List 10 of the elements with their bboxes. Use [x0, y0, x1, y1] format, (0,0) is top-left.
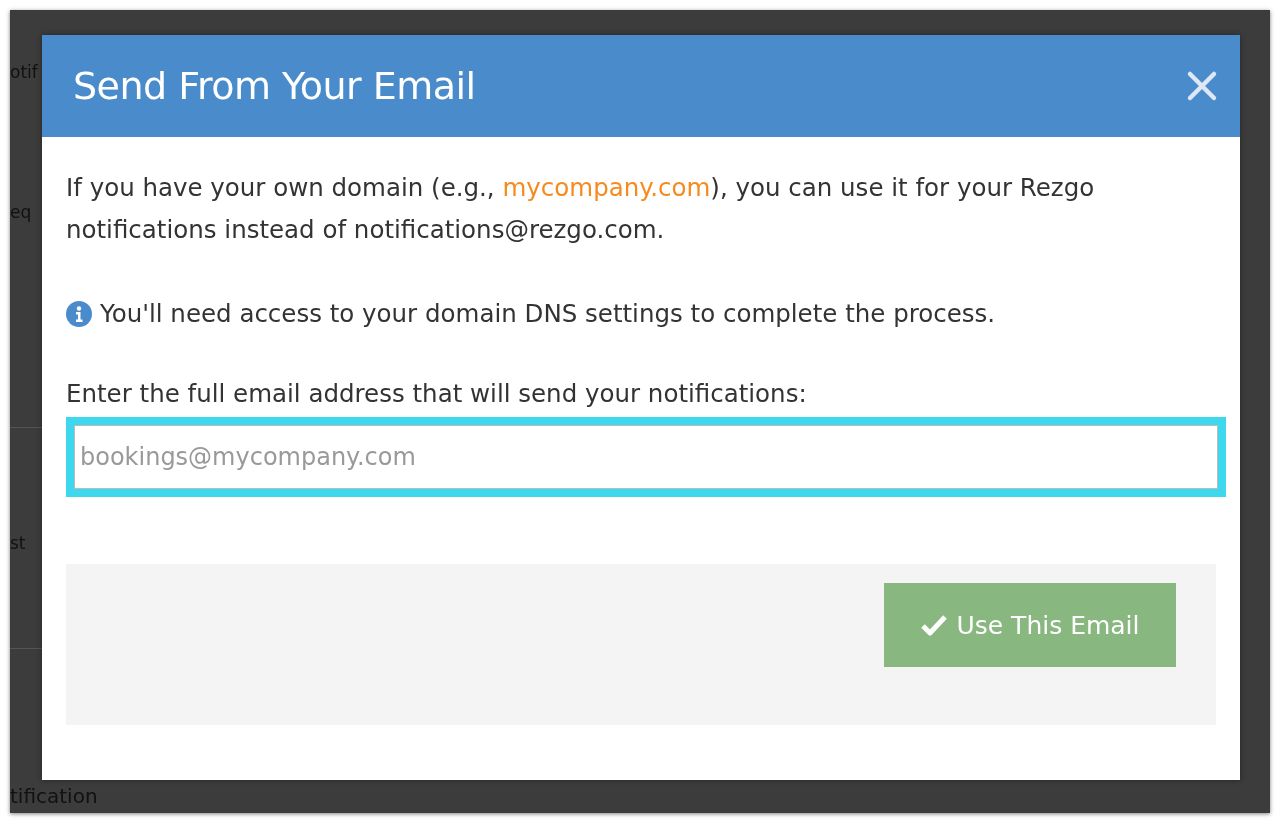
info-note: You'll need access to your domain DNS settings to complete the process.	[100, 298, 996, 330]
close-icon[interactable]	[1186, 70, 1218, 102]
field-label: Enter the full email address that will send your notifications:	[66, 378, 808, 410]
domain-link[interactable]: mycompany.com	[502, 173, 711, 202]
email-field[interactable]: bookings@mycompany.com	[66, 417, 1226, 497]
use-email-button[interactable]: Use This Email	[884, 583, 1176, 667]
intro-text: If you have your own domain (e.g., mycompany.com), you can use it for your Rezgo notifications instead of notifications@rezgo.com.	[66, 172, 1096, 246]
info-icon	[66, 301, 92, 327]
dialog-title: Send From Your Email	[73, 64, 476, 108]
check-icon	[920, 613, 949, 637]
